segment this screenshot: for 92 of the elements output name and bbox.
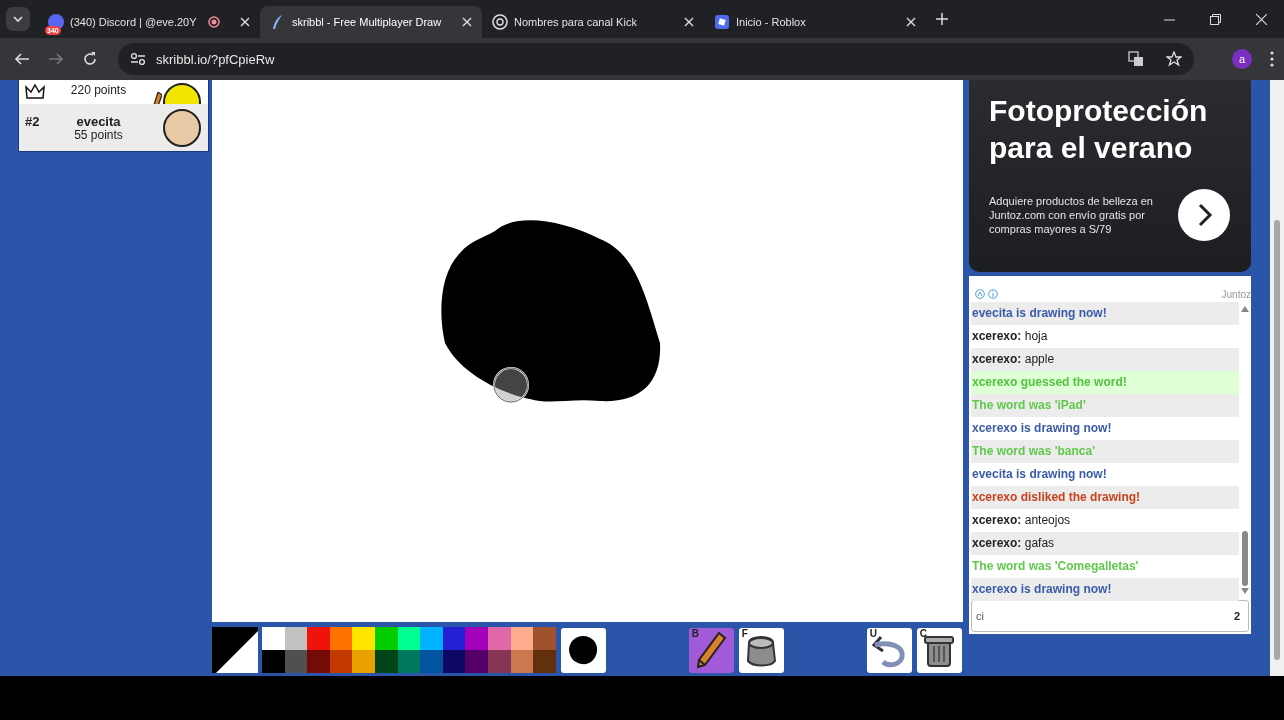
color-swatch[interactable] <box>442 650 466 674</box>
shortcut-key: F <box>741 627 748 639</box>
color-swatch[interactable] <box>284 650 308 674</box>
browser-tab[interactable]: skribbl - Free Multiplayer Draw <box>260 6 482 38</box>
color-swatch[interactable] <box>307 627 330 651</box>
chat-message: xcerexo disliked the drawing! <box>971 486 1239 509</box>
more-icon[interactable] <box>1270 51 1274 67</box>
color-swatch[interactable] <box>329 650 353 674</box>
chat-message: The word was 'banca' <box>971 440 1239 463</box>
color-swatch[interactable] <box>374 650 398 674</box>
player-name: evecita <box>75 113 122 129</box>
new-tab-icon[interactable] <box>936 13 948 25</box>
color-swatch[interactable] <box>420 627 443 651</box>
browser-tab[interactable]: Nombres para canal Kick <box>482 6 704 38</box>
forward-icon <box>48 51 64 67</box>
tool-button[interactable]: U <box>866 627 912 673</box>
site-settings-icon[interactable] <box>130 52 146 66</box>
drawing-canvas[interactable] <box>212 80 963 623</box>
tool-button[interactable]: B <box>688 627 734 673</box>
character-count: 2 <box>1233 610 1240 622</box>
avatar-icon <box>162 107 202 148</box>
tool-button[interactable]: F <box>738 627 784 673</box>
star-icon[interactable] <box>1166 51 1182 67</box>
color-swatch[interactable] <box>262 650 285 674</box>
url-text: skribbl.io/?pfCpieRw <box>156 51 275 67</box>
chat-message: The word was 'iPad' <box>971 394 1239 417</box>
brush-size-button[interactable] <box>560 627 606 673</box>
color-preview[interactable] <box>212 627 258 674</box>
scrollbar-thumb[interactable] <box>1242 531 1248 586</box>
brush-cursor-icon <box>492 366 530 404</box>
color-swatch[interactable] <box>374 627 398 651</box>
tab-list-icon[interactable] <box>6 7 30 31</box>
color-swatch[interactable] <box>465 650 488 674</box>
close-icon[interactable] <box>1255 13 1267 25</box>
crown-icon <box>25 84 45 100</box>
chat-message: xcerexo: apple <box>971 348 1239 371</box>
color-swatch[interactable] <box>465 627 488 651</box>
back-icon[interactable] <box>14 51 30 67</box>
color-swatch[interactable] <box>262 627 285 651</box>
color-swatch[interactable] <box>397 627 421 651</box>
color-swatch[interactable] <box>510 650 534 674</box>
adchoices-icon[interactable] <box>975 289 985 299</box>
shortcut-key: B <box>691 627 699 639</box>
page-scrollbar[interactable] <box>1270 80 1284 676</box>
chat-message: xcerexo guessed the word! <box>971 371 1239 394</box>
ad-banner[interactable]: Fotoprotección para el verano Adquiere productos de belleza en Juntoz.com con envío gratis por compras mayores a S/79 <box>969 80 1251 272</box>
color-swatch[interactable] <box>533 627 556 651</box>
color-swatch[interactable] <box>442 627 466 651</box>
tool-button[interactable]: C <box>916 627 962 673</box>
reload-icon[interactable] <box>82 51 98 67</box>
tab-title: (340) Discord | @eve.20Y <box>70 16 197 28</box>
player-points: 220 points <box>69 84 128 97</box>
square-icon <box>714 14 730 30</box>
color-swatch[interactable] <box>487 650 511 674</box>
color-swatch[interactable] <box>307 650 330 674</box>
color-swatch[interactable] <box>510 627 534 651</box>
ad-text: Adquiere productos de belleza en Juntoz.com con envío gratis por compras mayores a S/79 <box>989 194 1154 236</box>
browser-tab[interactable]: Inicio - Roblox <box>704 6 926 38</box>
translate-icon[interactable] <box>1128 51 1144 67</box>
profile-avatar[interactable]: a <box>1232 49 1252 69</box>
ad-sponsor: Juntoz <box>1221 288 1251 300</box>
color-swatch[interactable] <box>284 627 308 651</box>
close-icon[interactable] <box>684 17 694 27</box>
restore-icon[interactable] <box>1209 13 1221 25</box>
scroll-down-icon[interactable] <box>1241 588 1249 594</box>
close-icon[interactable] <box>462 17 472 27</box>
color-swatch[interactable] <box>352 650 375 674</box>
tab-title: Nombres para canal Kick <box>514 16 637 28</box>
brush-size-icon <box>567 634 600 667</box>
color-swatch[interactable] <box>420 650 443 674</box>
info-icon[interactable] <box>988 289 998 299</box>
color-swatch[interactable] <box>487 627 511 651</box>
player-rank: #2 <box>25 114 40 129</box>
color-swatch[interactable] <box>329 627 353 651</box>
player-points: 55 points <box>73 128 124 142</box>
chat-message: evecita is drawing now! <box>971 302 1239 325</box>
shortcut-key: C <box>919 627 927 639</box>
ad-headline: Fotoprotección para el verano <box>989 93 1209 166</box>
tab-title: skribbl - Free Multiplayer Draw <box>292 16 442 28</box>
tab-title: Inicio - Roblox <box>736 16 806 28</box>
close-icon[interactable] <box>240 17 250 27</box>
color-swatch[interactable] <box>352 627 375 651</box>
address-bar[interactable]: skribbl.io/?pfCpieRw <box>118 43 1194 75</box>
shortcut-key: U <box>869 627 877 639</box>
chat-message: xcerexo is drawing now! <box>971 578 1239 601</box>
chat-message: xcerexo: gafas <box>971 532 1239 555</box>
scroll-up-icon[interactable] <box>1241 306 1249 312</box>
color-swatch[interactable] <box>533 650 556 674</box>
chat-input[interactable]: ci 2 <box>971 600 1249 632</box>
chevron-right-icon[interactable] <box>1177 188 1231 242</box>
close-icon[interactable] <box>906 17 916 27</box>
color-swatch[interactable] <box>397 650 421 674</box>
